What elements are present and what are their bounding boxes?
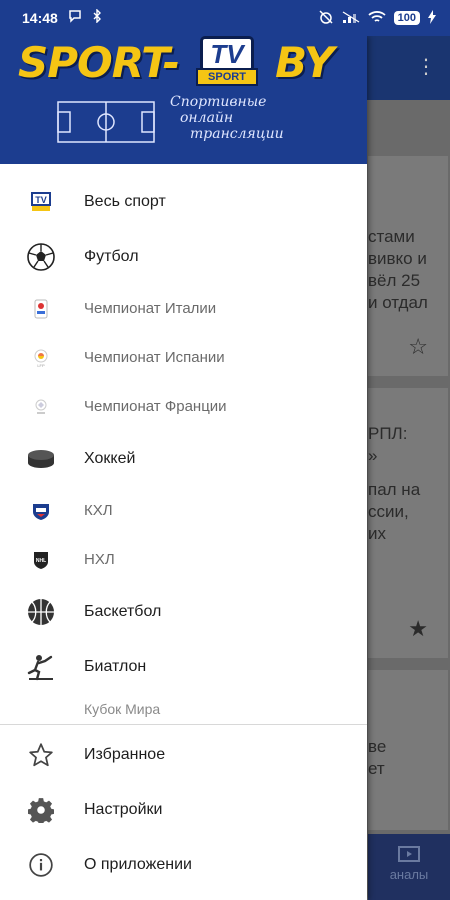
menu-item-biathlon[interactable]: Биатлон bbox=[0, 639, 367, 694]
status-bar: 14:48 100 bbox=[0, 0, 450, 36]
drawer-menu: TV Весь спорт Футбол Чемпионат Италии LF… bbox=[0, 164, 367, 694]
star-outline-icon: ☆ bbox=[408, 334, 428, 359]
info-icon bbox=[26, 850, 56, 880]
menu-item-hockey[interactable]: Хоккей bbox=[0, 431, 367, 486]
menu-item-italy[interactable]: Чемпионат Италии bbox=[0, 284, 367, 333]
menu-item-about[interactable]: О приложении bbox=[0, 837, 367, 892]
overflow-menu-icon: ⋮ bbox=[416, 56, 436, 78]
menu-item-france[interactable]: Чемпионат Франции bbox=[0, 382, 367, 431]
svg-text:NHL: NHL bbox=[36, 558, 46, 564]
gear-icon bbox=[26, 795, 56, 825]
serie-a-icon bbox=[26, 298, 56, 320]
bluetooth-icon bbox=[92, 7, 102, 28]
background-card-text: ве ет bbox=[368, 737, 387, 778]
biathlon-icon bbox=[26, 652, 56, 682]
menu-item-basketball[interactable]: Баскетбол bbox=[0, 584, 367, 639]
menu-item-nhl[interactable]: NHL НХЛ bbox=[0, 535, 367, 584]
battery-indicator: 100 bbox=[393, 11, 420, 25]
menu-item-football[interactable]: Футбол bbox=[0, 229, 367, 284]
chat-icon bbox=[68, 9, 82, 28]
ligue1-icon bbox=[26, 396, 56, 418]
background-card-text: стами вивко и вёл 25 и отдал bbox=[368, 227, 428, 312]
menu-item-khl[interactable]: КХЛ bbox=[0, 486, 367, 535]
khl-icon bbox=[26, 500, 56, 522]
tv-channels-icon bbox=[368, 844, 450, 867]
hockey-puck-icon bbox=[26, 444, 56, 474]
logo-tv-badge: TV SPORT bbox=[196, 36, 260, 88]
star-outline-icon bbox=[26, 740, 56, 770]
svg-text:TV: TV bbox=[35, 195, 47, 205]
tv-sport-icon: TV bbox=[26, 187, 56, 217]
drawer-header: SPORT- BY TV SPORT Спортивные онлайн тран… bbox=[0, 36, 367, 164]
menu-item-all-sports[interactable]: TV Весь спорт bbox=[0, 174, 367, 229]
nhl-icon: NHL bbox=[26, 549, 56, 571]
star-filled-icon: ★ bbox=[408, 616, 428, 641]
alarm-off-icon bbox=[318, 9, 334, 28]
app-logo: SPORT- BY bbox=[18, 38, 334, 87]
basketball-icon bbox=[26, 597, 56, 627]
background-card-text: РПЛ: » пал на ссии, их bbox=[368, 424, 421, 543]
background-card: ве ет bbox=[368, 670, 448, 830]
status-time: 14:48 bbox=[22, 10, 58, 26]
charging-icon bbox=[428, 9, 436, 27]
svg-text:LFP: LFP bbox=[37, 363, 45, 368]
drawer-bottom-menu: Избранное Настройки О приложении bbox=[0, 725, 367, 892]
menu-item-spain[interactable]: LFP Чемпионат Испании bbox=[0, 333, 367, 382]
menu-caption-world-cup[interactable]: Кубок Мира bbox=[0, 694, 367, 724]
background-card: РПЛ: » пал на ссии, их ★ bbox=[368, 388, 448, 658]
football-field-icon bbox=[57, 101, 155, 143]
signal-off-icon bbox=[342, 10, 360, 27]
laliga-icon: LFP bbox=[26, 347, 56, 369]
background-card: стами вивко и вёл 25 и отдал ☆ bbox=[368, 156, 448, 376]
background-bottom-nav: аналы bbox=[368, 834, 450, 900]
menu-item-settings[interactable]: Настройки bbox=[0, 782, 367, 837]
wifi-icon bbox=[368, 10, 386, 27]
soccer-ball-icon bbox=[26, 242, 56, 272]
navigation-drawer: SPORT- BY TV SPORT Спортивные онлайн тран… bbox=[0, 36, 367, 900]
logo-tagline: Спортивные онлайн трансляции bbox=[170, 94, 284, 142]
menu-item-favorites[interactable]: Избранное bbox=[0, 727, 367, 782]
